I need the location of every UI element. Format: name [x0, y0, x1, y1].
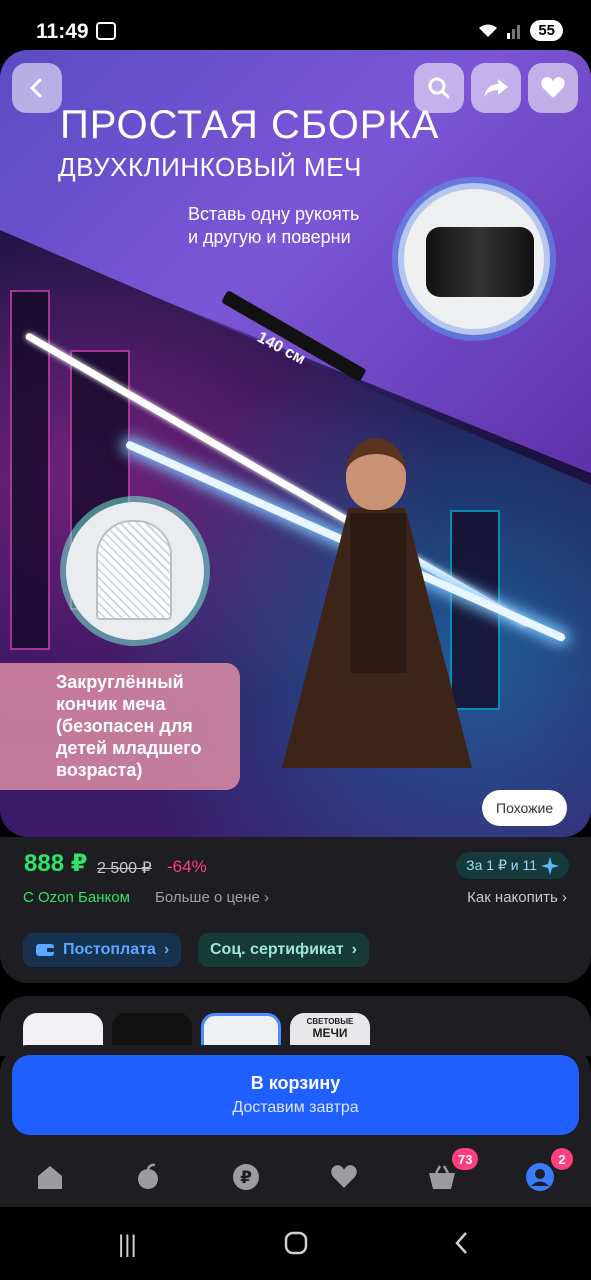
bonus-points[interactable]: За 1 ₽ и 11	[456, 852, 569, 879]
back-nav-icon[interactable]	[452, 1231, 472, 1262]
heart-icon	[541, 77, 565, 98]
tip-closeup	[66, 502, 204, 640]
back-button[interactable]	[12, 63, 62, 113]
more-price-link[interactable]: Больше о цене ›	[155, 889, 269, 906]
chevron-right-icon: ›	[163, 941, 170, 958]
model-photo	[262, 438, 492, 788]
add-to-cart-label: В корзину	[250, 1073, 341, 1093]
tip-note-line: детей младшего	[56, 738, 202, 758]
more-price-label: Больше о цене	[155, 889, 260, 906]
search-icon	[428, 77, 450, 99]
social-certificate-label: Соц. сертификат	[210, 941, 344, 958]
ruble-icon: ₽	[233, 1164, 259, 1190]
signal-icon	[507, 24, 521, 39]
tab-finance[interactable]: ₽	[226, 1159, 266, 1195]
delivery-label: Доставим завтра	[232, 1099, 359, 1116]
tip-note-line: возраста)	[56, 760, 143, 780]
screenshot-icon	[96, 22, 116, 40]
postpay-label: Постоплата	[63, 941, 156, 958]
thumbnail-caption: СВЕТОВЫЕ	[306, 1017, 354, 1026]
status-indicators: 55	[478, 20, 563, 41]
tab-bar: ₽ 73 2	[0, 1145, 591, 1207]
recent-apps-icon[interactable]: |||	[118, 1231, 137, 1259]
basket-icon	[429, 1165, 455, 1189]
chevron-right-icon: ›	[562, 889, 567, 906]
add-to-cart-button[interactable]: В корзину Доставим завтра	[12, 1055, 579, 1135]
chevron-left-icon	[29, 78, 42, 98]
cart-badge: 73	[452, 1148, 479, 1170]
fruit-icon	[138, 1163, 158, 1189]
wifi-icon	[479, 24, 498, 37]
social-certificate-chip[interactable]: Соц. сертификат ›	[198, 933, 369, 967]
profile-badge: 2	[551, 1148, 573, 1170]
how-to-save-link[interactable]: Как накопить ›	[467, 889, 567, 906]
wallet-icon	[36, 944, 54, 956]
tab-favorites[interactable]	[324, 1159, 364, 1195]
home-button-icon[interactable]	[284, 1231, 308, 1262]
tab-home[interactable]	[30, 1159, 70, 1195]
system-navigation-bar: |||	[0, 1207, 591, 1280]
hero-hint-line: и другую и поверни	[188, 227, 351, 247]
chevron-right-icon: ›	[264, 889, 270, 906]
tab-fresh[interactable]	[128, 1159, 168, 1195]
price-panel: 888 ₽ 2 500 ₽ -64% За 1 ₽ и 11 С Ozon Ба…	[0, 837, 591, 983]
hero-subtitle: ДВУХКЛИНКОВЫЙ МЕЧ	[58, 152, 362, 182]
bonus-text: За 1 ₽ и 11	[466, 857, 537, 873]
hero-hint: Вставь одну рукоять и другую и поверни	[188, 203, 359, 249]
favorite-button[interactable]	[528, 63, 578, 113]
tip-note-line: Закруглённый	[56, 672, 184, 692]
svg-text:₽: ₽	[240, 1168, 252, 1188]
profile-icon	[526, 1163, 554, 1191]
share-button[interactable]	[471, 63, 521, 113]
tip-note: Закруглённый кончик меча (безопасен для …	[0, 663, 240, 790]
old-price: 2 500 ₽	[97, 860, 152, 877]
home-icon	[38, 1166, 62, 1189]
tip-note-line: кончик меча	[56, 694, 166, 714]
similar-button[interactable]: Похожие	[482, 790, 568, 826]
how-to-save-label: Как накопить	[467, 889, 558, 906]
postpay-chip[interactable]: Постоплата ›	[23, 933, 182, 967]
chevron-right-icon: ›	[351, 941, 357, 958]
share-icon	[484, 79, 508, 97]
hero-hint-line: Вставь одну рукоять	[188, 204, 360, 224]
thumbnail-caption: МЕЧИ	[312, 1026, 348, 1040]
battery-level: 55	[530, 20, 563, 41]
sparkle-icon	[541, 856, 559, 875]
status-time: 11:49	[36, 20, 89, 43]
discount-badge: -64%	[167, 857, 207, 876]
tip-note-line: (безопасен для	[56, 716, 193, 736]
current-price: 888 ₽	[24, 850, 88, 877]
ozon-bank-label: С Ozon Банком	[23, 889, 130, 906]
heart-icon	[331, 1165, 357, 1188]
hero-title: ПРОСТАЯ СБОРКА	[60, 103, 440, 147]
hilt-closeup	[398, 183, 550, 335]
